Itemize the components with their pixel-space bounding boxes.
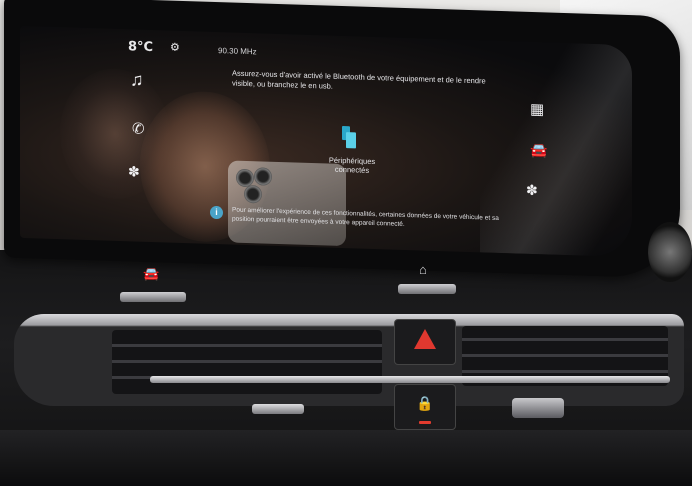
grid-menu-icon[interactable]: ▦ bbox=[530, 100, 544, 118]
music-icon[interactable]: ♫ bbox=[130, 69, 144, 90]
lower-dashboard bbox=[0, 430, 692, 486]
fan-icon[interactable]: ✽ bbox=[526, 182, 538, 199]
hard-button-row: 🚘 ⌂ bbox=[0, 262, 692, 302]
phone-camera-lens bbox=[244, 184, 262, 204]
phone-camera-lens bbox=[254, 167, 272, 186]
chrome-vent-bar bbox=[150, 376, 670, 383]
car-icon[interactable]: 🚘 bbox=[530, 142, 547, 160]
air-vent-left bbox=[112, 330, 382, 394]
car-dashboard-scene: 8°C ⚙ 90.30 MHz ♫ ✆ ✽ Assurez-vous d'avo… bbox=[0, 0, 692, 486]
car-settings-icon[interactable]: 🚘 bbox=[143, 266, 159, 282]
home-button[interactable] bbox=[398, 284, 456, 294]
hazard-button[interactable] bbox=[394, 319, 456, 365]
info-icon: i bbox=[210, 205, 223, 220]
hazard-icon bbox=[414, 329, 436, 349]
vent-adjuster-left[interactable] bbox=[252, 404, 304, 414]
central-lock-button[interactable]: 🔒 bbox=[394, 384, 456, 430]
phone-icon[interactable]: ✆ bbox=[132, 119, 145, 137]
connected-devices-label[interactable]: Périphériques connectés bbox=[320, 155, 384, 175]
gear-icon[interactable]: ⚙ bbox=[170, 41, 180, 54]
infotainment-screen: 8°C ⚙ 90.30 MHz ♫ ✆ ✽ Assurez-vous d'avo… bbox=[20, 25, 632, 258]
radio-frequency[interactable]: 90.30 MHz bbox=[218, 46, 257, 56]
connected-devices-icon[interactable] bbox=[342, 126, 356, 149]
infotainment-bezel: 8°C ⚙ 90.30 MHz ♫ ✆ ✽ Assurez-vous d'avo… bbox=[4, 0, 680, 279]
fan-icon[interactable]: ✽ bbox=[128, 163, 140, 180]
screen-glare bbox=[480, 40, 632, 258]
lock-icon: 🔒 bbox=[416, 395, 434, 411]
bluetooth-prompt: Assurez-vous d'avoir activé le Bluetooth… bbox=[232, 68, 486, 91]
home-icon[interactable]: ⌂ bbox=[419, 262, 427, 277]
car-settings-button[interactable] bbox=[120, 292, 186, 302]
lock-indicator-led bbox=[419, 421, 431, 424]
vent-adjuster-right[interactable] bbox=[512, 398, 564, 418]
temperature-readout: 8°C bbox=[128, 39, 154, 56]
